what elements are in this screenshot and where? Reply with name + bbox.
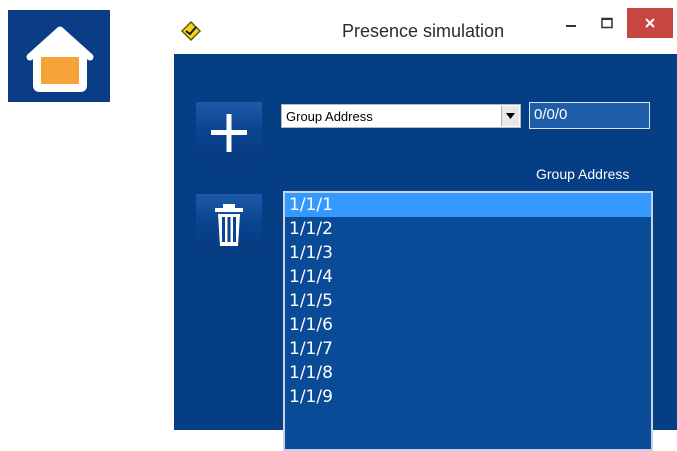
- add-button[interactable]: [196, 102, 262, 162]
- close-icon: [645, 18, 655, 28]
- app-logo-icon: [180, 20, 202, 42]
- window-content: Group Address 0/0/0 Group Address 1/1/1 …: [174, 54, 677, 451]
- group-address-list-label: Group Address: [536, 166, 630, 182]
- group-type-select[interactable]: Group Address: [281, 104, 521, 128]
- delete-button[interactable]: [196, 194, 262, 254]
- list-item[interactable]: 1/1/6: [285, 313, 651, 337]
- presence-simulation-window: Presence simulation Group Address 0/0/0 …: [174, 8, 677, 451]
- list-item[interactable]: 1/1/8: [285, 361, 651, 385]
- chevron-down-icon[interactable]: [501, 106, 519, 126]
- close-button[interactable]: [627, 8, 673, 38]
- list-item[interactable]: 1/1/7: [285, 337, 651, 361]
- list-item[interactable]: 1/1/1: [285, 193, 651, 217]
- plus-icon: [211, 114, 247, 152]
- maximize-icon: [601, 17, 613, 29]
- group-address-list[interactable]: 1/1/1 1/1/2 1/1/3 1/1/4 1/1/5 1/1/6 1/1/…: [283, 191, 653, 451]
- list-item[interactable]: 1/1/2: [285, 217, 651, 241]
- list-item[interactable]: 1/1/9: [285, 385, 651, 409]
- minimize-icon: [566, 25, 576, 27]
- home-tile[interactable]: [8, 10, 110, 102]
- window-title: Presence simulation: [342, 21, 505, 41]
- home-icon: [26, 26, 94, 92]
- group-address-input[interactable]: 0/0/0: [529, 102, 650, 129]
- maximize-button[interactable]: [589, 8, 625, 38]
- trash-icon: [215, 204, 243, 246]
- list-item[interactable]: 1/1/3: [285, 241, 651, 265]
- title-bar: Presence simulation: [174, 8, 677, 54]
- list-item[interactable]: 1/1/4: [285, 265, 651, 289]
- list-item[interactable]: 1/1/5: [285, 289, 651, 313]
- group-type-selected: Group Address: [286, 109, 373, 124]
- minimize-button[interactable]: [553, 8, 589, 38]
